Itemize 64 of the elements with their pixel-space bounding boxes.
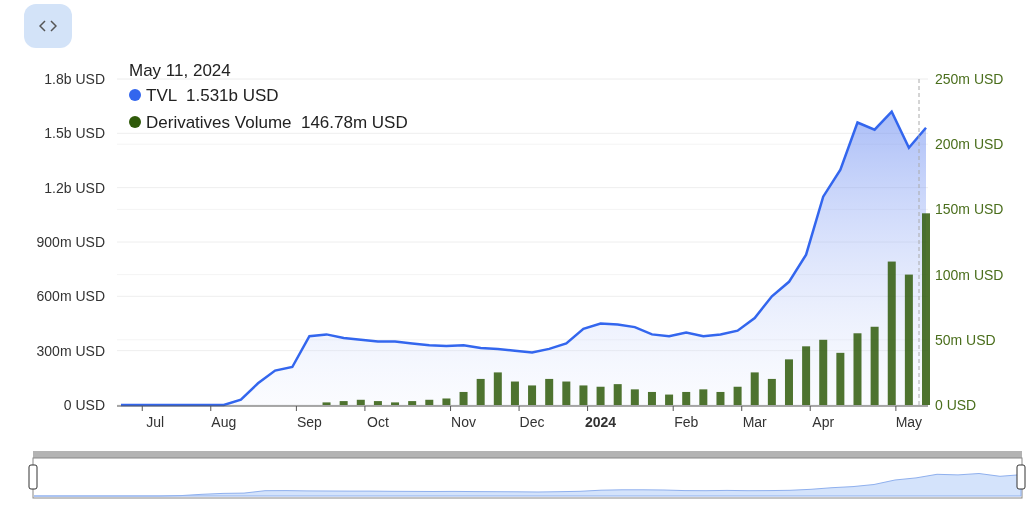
y-axis-label: 50m USD — [935, 331, 996, 348]
x-axis-label: Nov — [451, 413, 476, 432]
volume-bar — [596, 386, 605, 405]
volume-bar — [836, 352, 845, 405]
y-axis-label: 1.8b USD — [44, 71, 105, 87]
volume-bar — [408, 401, 417, 405]
volume-bar — [716, 391, 725, 405]
x-axis-label: Jul — [146, 413, 165, 432]
volume-bar — [647, 391, 656, 405]
y-axis-label: 150m USD — [935, 201, 1004, 218]
y-axis-label: 250m USD — [935, 71, 1004, 87]
volume-bar — [425, 399, 434, 405]
y-axis-label: 100m USD — [935, 266, 1004, 283]
tooltip-entry: TVL 1.531b USD — [146, 86, 279, 105]
volume-bar — [356, 399, 365, 405]
x-axis-label: Dec — [519, 413, 545, 432]
x-axis-label: Feb — [674, 413, 699, 432]
volume-bar — [579, 385, 588, 405]
y-axis-label: 300m USD — [36, 342, 105, 359]
zoom-handle[interactable] — [1016, 464, 1026, 490]
volume-bar — [339, 401, 348, 405]
volume-bar — [562, 381, 571, 405]
y-axis-label: 0 USD — [935, 397, 977, 413]
code-toggle-button[interactable] — [24, 4, 72, 48]
volume-bar — [699, 389, 708, 405]
volume-bar — [682, 391, 691, 405]
code-icon — [39, 20, 57, 32]
volume-bar — [373, 401, 382, 405]
tooltip-entry: Derivatives Volume 146.78m USD — [146, 113, 408, 132]
y-axis-label: 600m USD — [36, 288, 105, 305]
volume-bar — [853, 333, 862, 405]
volume-bar — [767, 378, 776, 405]
y-axis-label: 200m USD — [935, 136, 1004, 153]
volume-bar — [528, 385, 537, 405]
y-axis-label: 1.5b USD — [44, 125, 105, 142]
volume-bar — [750, 372, 759, 405]
y-axis-label: 1.2b USD — [44, 179, 105, 196]
y-axis-label: 900m USD — [36, 234, 105, 250]
volume-bar — [493, 372, 502, 405]
volume-bar — [442, 398, 451, 405]
volume-bar — [819, 339, 828, 405]
x-axis-label: May — [895, 413, 923, 432]
zoom-slider-window[interactable] — [32, 457, 1023, 499]
volume-bar — [785, 359, 793, 405]
x-axis-label: Mar — [742, 413, 767, 432]
volume-bar — [322, 402, 331, 405]
x-axis-label: 2024 — [585, 413, 617, 432]
volume-bar — [545, 378, 554, 405]
x-axis-label: Sep — [296, 413, 322, 432]
volume-bar — [476, 378, 485, 405]
x-axis-label: Apr — [812, 413, 835, 432]
y-axis-label: 0 USD — [63, 397, 105, 413]
volume-bar — [665, 394, 674, 405]
volume-bar — [630, 389, 639, 405]
zoom-handle[interactable] — [28, 464, 38, 490]
volume-bar — [802, 346, 811, 405]
volume-bar — [510, 381, 519, 405]
x-axis-label: Aug — [211, 413, 237, 432]
tooltip-date: May 11, 2024 — [129, 61, 231, 80]
volume-bar — [613, 384, 622, 405]
volume-bar — [391, 402, 400, 405]
volume-bar — [459, 391, 468, 405]
volume-bar — [733, 386, 742, 405]
x-axis-label: Oct — [367, 413, 389, 432]
